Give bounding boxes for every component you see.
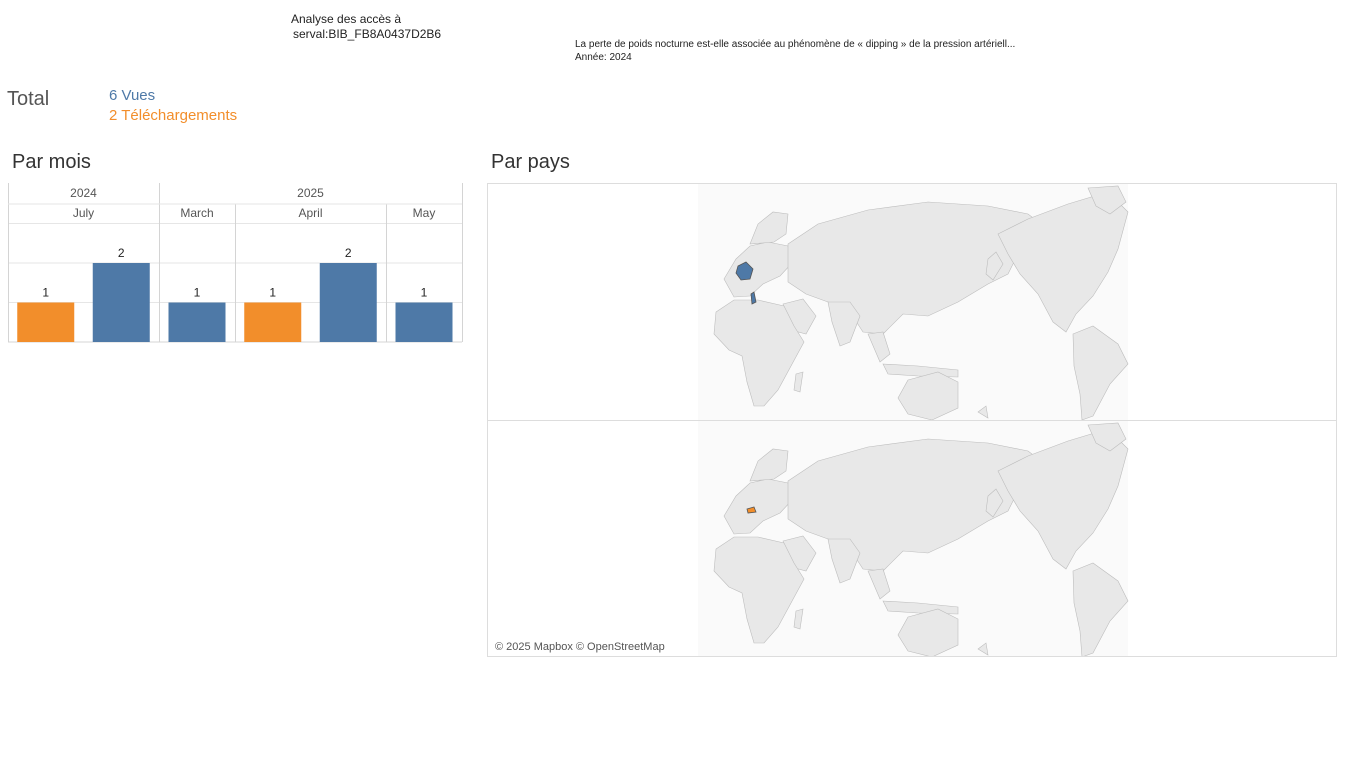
- document-title: La perte de poids nocturne est-elle asso…: [575, 39, 1016, 50]
- by-country-title: Par pays: [491, 151, 570, 173]
- data-label: 2: [345, 246, 352, 260]
- country-map: [487, 183, 1337, 657]
- map-credit: © 2025 Mapbox © OpenStreetMap: [495, 641, 665, 653]
- monthly-bar-chart: 2024 2025 July 1 2 March 1 April 1 2 May 1: [8, 183, 463, 343]
- data-label: 1: [421, 286, 428, 300]
- by-month-title: Par mois: [12, 151, 91, 173]
- bar-views: [319, 263, 377, 342]
- data-label: 1: [42, 286, 49, 300]
- month-label: April: [298, 206, 322, 220]
- header-identifier: serval:BIB_FB8A0437D2B6: [293, 27, 442, 41]
- bar-downloads: [17, 302, 75, 342]
- bar-views: [168, 302, 226, 342]
- year-label: 2024: [70, 186, 97, 200]
- data-label: 1: [194, 286, 201, 300]
- document-year: Année: 2024: [575, 52, 632, 63]
- map-panel-views[interactable]: [488, 184, 1336, 421]
- month-label: July: [73, 206, 94, 220]
- month-label: May: [413, 206, 436, 220]
- bar-views: [92, 263, 150, 342]
- total-views: 6 Vues: [109, 87, 156, 104]
- bar-views: [395, 302, 453, 342]
- year-label: 2025: [297, 186, 324, 200]
- bar-downloads: [244, 302, 302, 342]
- data-label: 2: [118, 246, 125, 260]
- total-downloads: 2 Téléchargements: [109, 107, 238, 124]
- total-label: Total: [7, 88, 50, 110]
- header-title: Analyse des accès à: [291, 12, 402, 26]
- map-panel-downloads[interactable]: [488, 421, 1336, 657]
- data-label: 1: [269, 286, 276, 300]
- month-label: March: [180, 206, 213, 220]
